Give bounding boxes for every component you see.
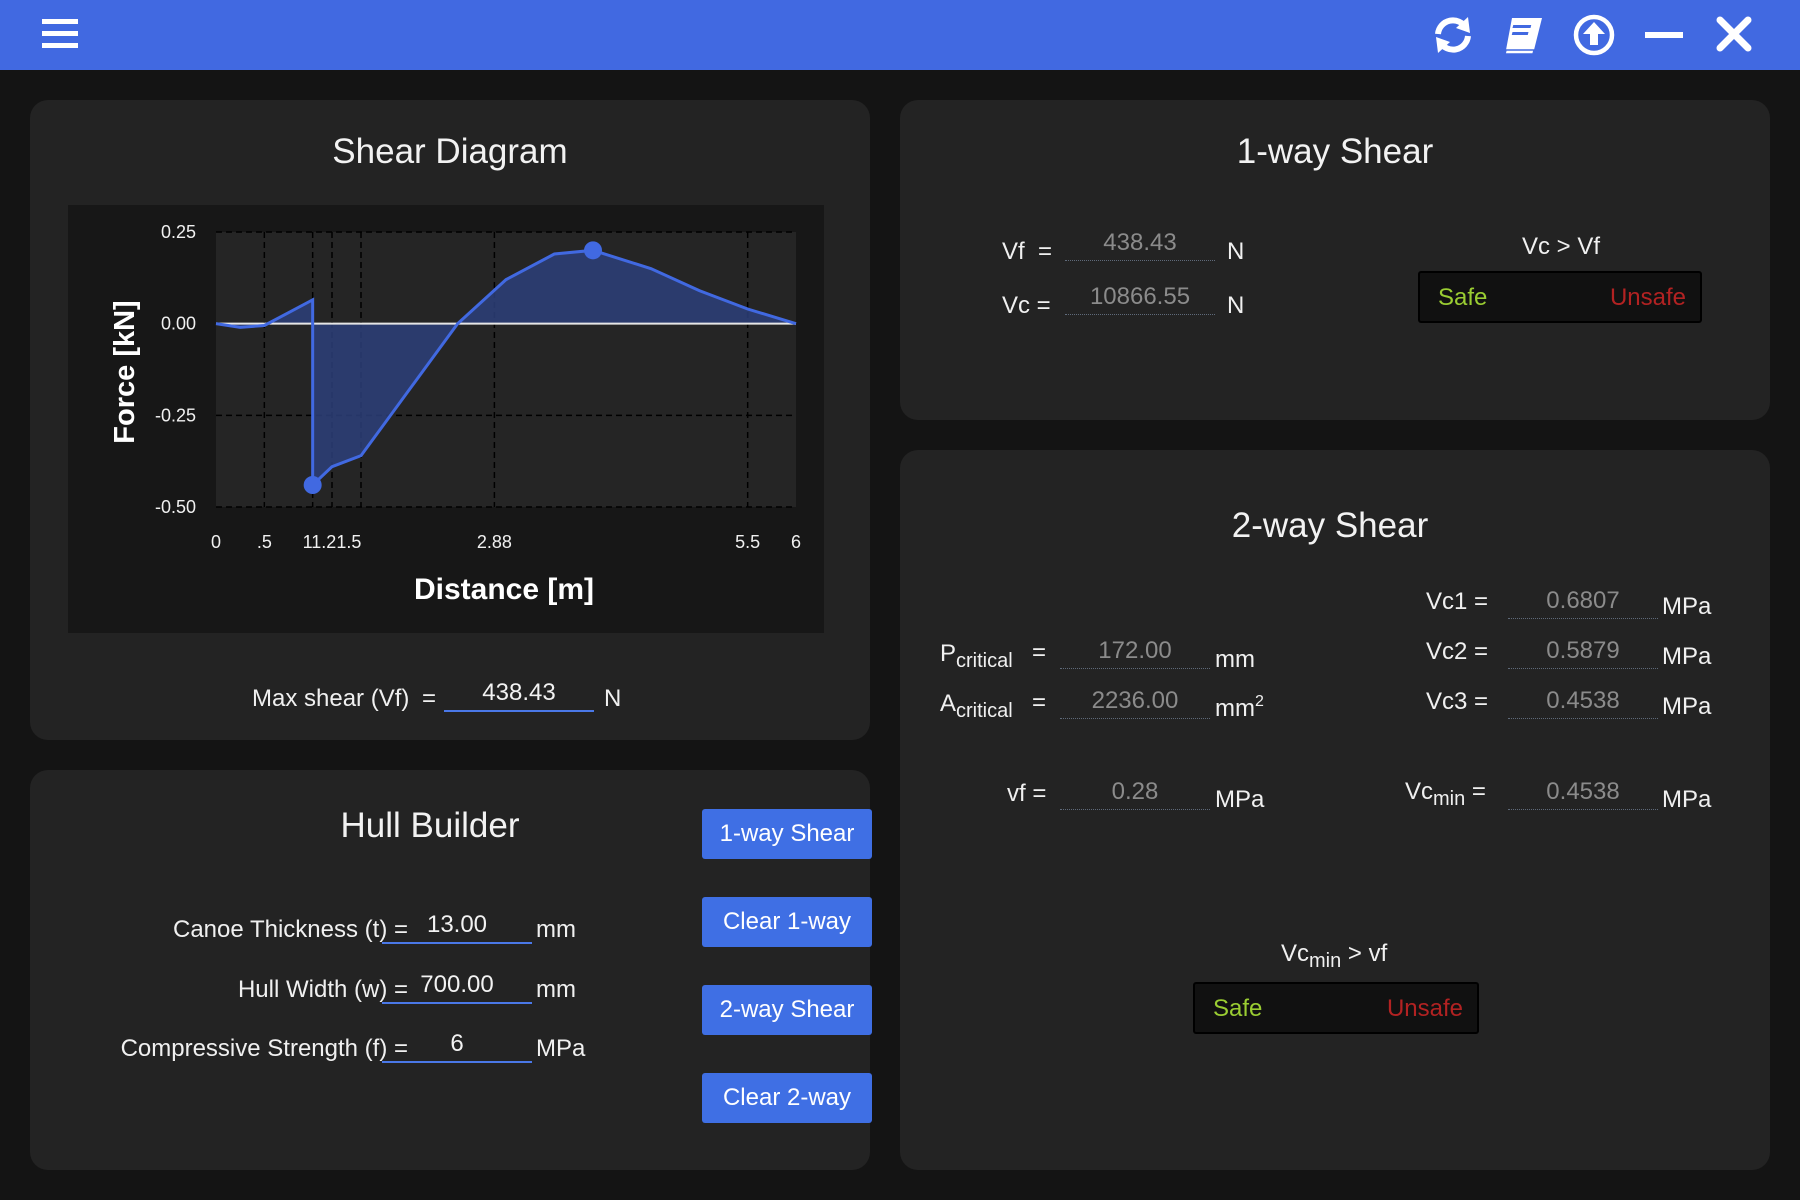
one-way-shear-card: 1-way Shear Vf = 438.43 N Vc = 10866.55 … <box>900 100 1770 420</box>
x-tick-label: 5.5 <box>735 532 760 552</box>
two-way-shear-card: 2-way Shear Pcritical = 172.00 mm Acriti… <box>900 450 1770 1170</box>
one-way-title: 1-way Shear <box>1236 132 1434 171</box>
max-shear-label: Max shear (Vf) <box>252 685 410 712</box>
vc-min-unit: MPa <box>1662 786 1712 813</box>
p-critical-equals: = <box>1032 639 1047 666</box>
two-way-shear-button[interactable]: 2-way Shear <box>702 985 872 1035</box>
vc3-unit: MPa <box>1662 693 1712 720</box>
max-shear-equals: = <box>422 685 437 712</box>
max-shear-unit: N <box>604 685 622 712</box>
one-way-vc-field[interactable]: 10866.55 <box>1065 282 1215 315</box>
hamburger-icon[interactable] <box>42 17 82 51</box>
two-way-unsafe-label: Unsafe <box>1386 995 1463 1022</box>
one-way-shear-button[interactable]: 1-way Shear <box>702 809 872 859</box>
one-way-safe-label: Safe <box>1438 284 1488 311</box>
y-tick-label: -0.50 <box>155 497 196 517</box>
p-critical-field[interactable]: 172.00 <box>1060 636 1210 669</box>
y-tick-label: 0.25 <box>161 222 196 242</box>
one-way-vf-field[interactable]: 438.43 <box>1065 228 1215 261</box>
a-critical-label: Acritical <box>940 690 1013 722</box>
x-tick-label: 2.88 <box>477 532 512 552</box>
p-critical-unit: mm <box>1215 646 1255 673</box>
one-way-condition: Vc > Vf <box>1522 233 1601 260</box>
max-shear-field[interactable]: 438.43 <box>444 678 594 712</box>
x-tick-label: 0 <box>211 532 221 552</box>
two-way-title: 2-way Shear <box>1231 506 1429 545</box>
two-way-status: Safe Unsafe <box>1193 982 1479 1034</box>
chart-y-label: Force [kN] <box>109 300 141 443</box>
hull-builder-card: Hull Builder Canoe Thickness (t) = 13.00… <box>30 770 872 1170</box>
vc-min-label: Vcmin = <box>1405 778 1486 810</box>
one-way-vf-label: Vf <box>1002 238 1025 265</box>
one-way-vc-label: Vc = <box>1002 292 1051 319</box>
app-toolbar <box>0 0 1800 70</box>
hull-width-unit: mm <box>536 976 576 1003</box>
chart-x-label: Distance [m] <box>414 573 594 606</box>
vc1-field[interactable]: 0.6807 <box>1508 586 1658 619</box>
shear-marker-point <box>584 241 602 260</box>
canoe-thickness-field[interactable]: 13.00 <box>382 910 532 944</box>
vc3-field[interactable]: 0.4538 <box>1508 686 1658 719</box>
vf-unit: MPa <box>1215 786 1265 813</box>
one-way-status: Safe Unsafe <box>1418 271 1702 323</box>
clear-one-way-button[interactable]: Clear 1-way <box>702 897 872 947</box>
two-way-condition: Vcmin > vf <box>1281 940 1388 972</box>
x-tick-label: 6 <box>791 532 801 552</box>
y-tick-label: 0.00 <box>161 314 196 334</box>
vc2-unit: MPa <box>1662 643 1712 670</box>
two-way-safe-label: Safe <box>1213 995 1263 1022</box>
compressive-strength-field[interactable]: 6 <box>382 1029 532 1063</box>
vc2-field[interactable]: 0.5879 <box>1508 636 1658 669</box>
upload-icon[interactable] <box>1572 14 1618 56</box>
canoe-thickness-unit: mm <box>536 916 576 943</box>
x-tick-label: 11.21.5 <box>303 532 362 552</box>
vc2-label: Vc2 = <box>1426 638 1489 665</box>
book-icon[interactable] <box>1500 14 1546 56</box>
shear-diagram-title: Shear Diagram <box>332 132 568 171</box>
a-critical-field[interactable]: 2236.00 <box>1060 686 1210 719</box>
minimize-icon[interactable] <box>1642 14 1688 56</box>
vc-min-field[interactable]: 0.4538 <box>1508 777 1658 810</box>
vc1-label: Vc1 = <box>1426 588 1489 615</box>
y-tick-label: -0.25 <box>155 405 196 425</box>
compressive-strength-label: Compressive Strength (f) = <box>120 1035 408 1062</box>
hull-width-field[interactable]: 700.00 <box>382 970 532 1004</box>
shear-chart: Force [kN] Distance [m] 0.25 0.00 -0.25 -0.… <box>68 205 824 633</box>
one-way-vf-unit: N <box>1227 238 1245 265</box>
plot-area <box>216 232 796 507</box>
x-tick-label: .5 <box>257 532 272 552</box>
shear-chart-svg: Force [kN] Distance [m] 0.25 0.00 -0.25 -0.… <box>109 222 801 606</box>
a-critical-equals: = <box>1032 689 1047 716</box>
compressive-strength-unit: MPa <box>536 1035 586 1062</box>
one-way-vf-equals: = <box>1038 238 1053 265</box>
p-critical-label: Pcritical <box>940 640 1013 672</box>
canoe-thickness-label: Canoe Thickness (t) = <box>173 916 408 943</box>
vf-field[interactable]: 0.28 <box>1060 777 1210 810</box>
close-icon[interactable] <box>1712 14 1758 56</box>
a-critical-unit: mm2 <box>1215 693 1264 722</box>
shear-marker-point <box>303 476 322 494</box>
vc1-unit: MPa <box>1662 593 1712 620</box>
clear-two-way-button[interactable]: Clear 2-way <box>702 1073 872 1123</box>
refresh-icon[interactable] <box>1430 14 1476 56</box>
one-way-unsafe-label: Unsafe <box>1609 284 1686 311</box>
vc3-label: Vc3 = <box>1426 688 1489 715</box>
vf-label: vf = <box>1007 780 1047 807</box>
one-way-vc-unit: N <box>1227 292 1245 319</box>
